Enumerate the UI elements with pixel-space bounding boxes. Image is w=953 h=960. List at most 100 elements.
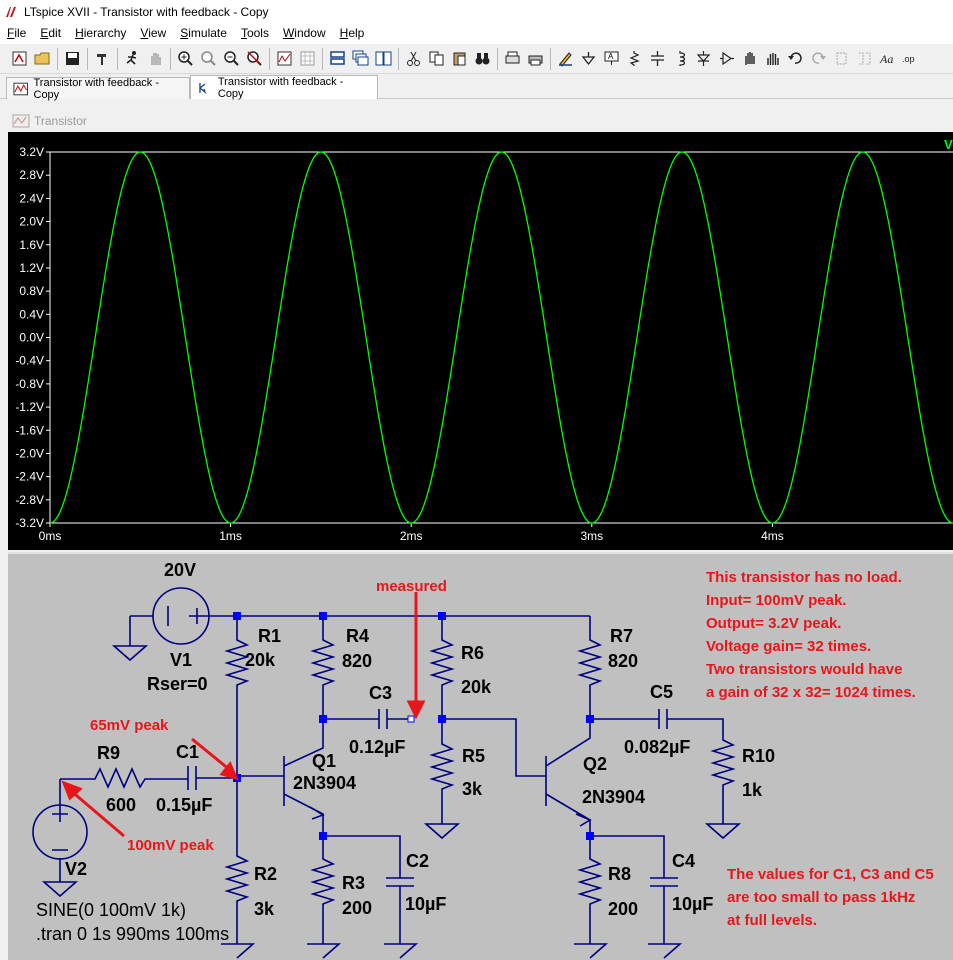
v2-name[interactable]: V2 — [65, 859, 87, 879]
place-resistor-button[interactable] — [623, 47, 646, 71]
r1-name[interactable]: R1 — [258, 626, 281, 646]
place-diode-button[interactable] — [692, 47, 715, 71]
tile-horizontal-button[interactable] — [326, 47, 349, 71]
open-schematic-button[interactable] — [8, 47, 31, 71]
tile-vertical-button[interactable] — [372, 47, 395, 71]
c4-name[interactable]: C4 — [672, 851, 695, 871]
junction-node[interactable] — [438, 715, 446, 723]
tab-schematic[interactable]: Transistor with feedback - Copy — [190, 75, 378, 100]
note-top-line-5[interactable]: Two transistors would have — [706, 661, 902, 678]
pan-button[interactable] — [197, 47, 220, 71]
menu-simulate[interactable]: Simulate — [173, 24, 234, 44]
r2-value[interactable]: 3k — [254, 899, 275, 919]
autorange-button[interactable] — [273, 47, 296, 71]
v2-source-symbol[interactable] — [32, 804, 88, 860]
cascade-button[interactable] — [349, 47, 372, 71]
menu-tools[interactable]: Tools — [234, 24, 276, 44]
junction-node[interactable] — [319, 832, 327, 840]
r9-value[interactable]: 600 — [106, 795, 136, 815]
ground-symbol[interactable] — [574, 943, 609, 959]
trace-v-line[interactable] — [49, 151, 953, 524]
r8-value[interactable]: 200 — [608, 899, 638, 919]
mirror-button[interactable] — [853, 47, 876, 71]
r8-name[interactable]: R8 — [608, 864, 631, 884]
ground-symbol[interactable] — [704, 823, 742, 840]
zoom-out-button[interactable] — [220, 47, 243, 71]
ground-symbol[interactable] — [307, 943, 342, 959]
drag-button[interactable] — [761, 47, 784, 71]
ground-symbol[interactable] — [41, 881, 79, 898]
v1-name[interactable]: V1 — [170, 650, 192, 670]
r4-name[interactable]: R4 — [346, 626, 369, 646]
q1-model[interactable]: 2N3904 — [293, 773, 356, 793]
r1-value[interactable]: 20k — [245, 650, 276, 670]
copy-button[interactable] — [425, 47, 448, 71]
waveform-plot[interactable]: 3.2V 2.8V 2.4V 2.0V 1.6V 1.2V 0.8V 0.4V 0.0V -0.4… — [8, 132, 953, 550]
q1-name[interactable]: Q1 — [312, 751, 336, 771]
spice-directive-button[interactable]: .op — [899, 47, 922, 71]
zoom-in-button[interactable] — [174, 47, 197, 71]
wire[interactable] — [310, 616, 336, 719]
note-top-line-3[interactable]: Output= 3.2V peak. — [706, 615, 841, 632]
r2-name[interactable]: R2 — [254, 864, 277, 884]
r5-value[interactable]: 3k — [462, 779, 483, 799]
note-bottom-line-3[interactable]: at full levels. — [727, 912, 817, 929]
move-button[interactable] — [738, 47, 761, 71]
q1-emitter-arrow[interactable] — [309, 806, 325, 820]
wire[interactable] — [386, 877, 414, 887]
junction-node[interactable] — [319, 715, 327, 723]
r7-value[interactable]: 820 — [608, 651, 638, 671]
c3-name[interactable]: C3 — [369, 683, 392, 703]
ground-symbol[interactable] — [111, 645, 149, 662]
note-top-line-6[interactable]: a gain of 32 x 32= 1024 times. — [706, 684, 916, 701]
open-file-button[interactable] — [31, 47, 54, 71]
menu-hierarchy[interactable]: Hierarchy — [68, 24, 133, 44]
label-net-button[interactable]: A — [600, 47, 623, 71]
note-top-line-4[interactable]: Voltage gain= 32 times. — [706, 638, 871, 655]
r10-value[interactable]: 1k — [742, 780, 763, 800]
place-component-button[interactable] — [715, 47, 738, 71]
v1-value[interactable]: 20V — [164, 560, 196, 580]
measured-probe-point[interactable] — [407, 715, 415, 723]
redo-button[interactable] — [807, 47, 830, 71]
note-top-line-2[interactable]: Input= 100mV peak. — [706, 592, 846, 609]
r7-name[interactable]: R7 — [610, 626, 633, 646]
v1-source-symbol[interactable] — [130, 587, 210, 645]
c2-name[interactable]: C2 — [406, 851, 429, 871]
menu-edit[interactable]: Edit — [33, 24, 68, 44]
r5-name[interactable]: R5 — [462, 746, 485, 766]
wire[interactable] — [378, 709, 388, 729]
r6-name[interactable]: R6 — [461, 643, 484, 663]
wire[interactable] — [310, 836, 336, 944]
plot-window-title[interactable]: Transistor — [4, 110, 953, 132]
schematic-editor[interactable]: 20V V1 Rser=0 R1 20k R4 820 C3 0.12µF Q1… — [8, 552, 953, 960]
paste-button[interactable] — [448, 47, 471, 71]
wire[interactable] — [577, 836, 603, 944]
ground-symbol[interactable] — [384, 943, 419, 959]
grid-button[interactable] — [296, 47, 319, 71]
menu-window[interactable]: Window — [276, 24, 333, 44]
wire[interactable] — [650, 877, 678, 887]
r6-value[interactable]: 20k — [461, 677, 492, 697]
ground-symbol[interactable] — [648, 943, 683, 959]
ground-symbol[interactable] — [221, 943, 256, 959]
r9-name[interactable]: R9 — [97, 743, 120, 763]
c1-value[interactable]: 0.15µF — [156, 795, 212, 815]
wire[interactable] — [60, 767, 188, 789]
control-panel-button[interactable] — [91, 47, 114, 71]
zoom-fit-button[interactable] — [243, 47, 266, 71]
cut-button[interactable] — [402, 47, 425, 71]
junction-node[interactable] — [586, 832, 594, 840]
junction-node[interactable] — [586, 715, 594, 723]
r3-value[interactable]: 200 — [342, 898, 372, 918]
ground-symbol[interactable] — [423, 823, 461, 840]
print-button[interactable] — [524, 47, 547, 71]
junction-node[interactable] — [438, 612, 446, 620]
note-bottom-line-2[interactable]: are too small to pass 1kHz — [727, 889, 915, 906]
menu-help[interactable]: Help — [333, 24, 372, 44]
place-capacitor-button[interactable] — [646, 47, 669, 71]
place-ground-button[interactable] — [577, 47, 600, 71]
find-button[interactable] — [471, 47, 494, 71]
halt-button[interactable] — [144, 47, 167, 71]
junction-node[interactable] — [319, 612, 327, 620]
